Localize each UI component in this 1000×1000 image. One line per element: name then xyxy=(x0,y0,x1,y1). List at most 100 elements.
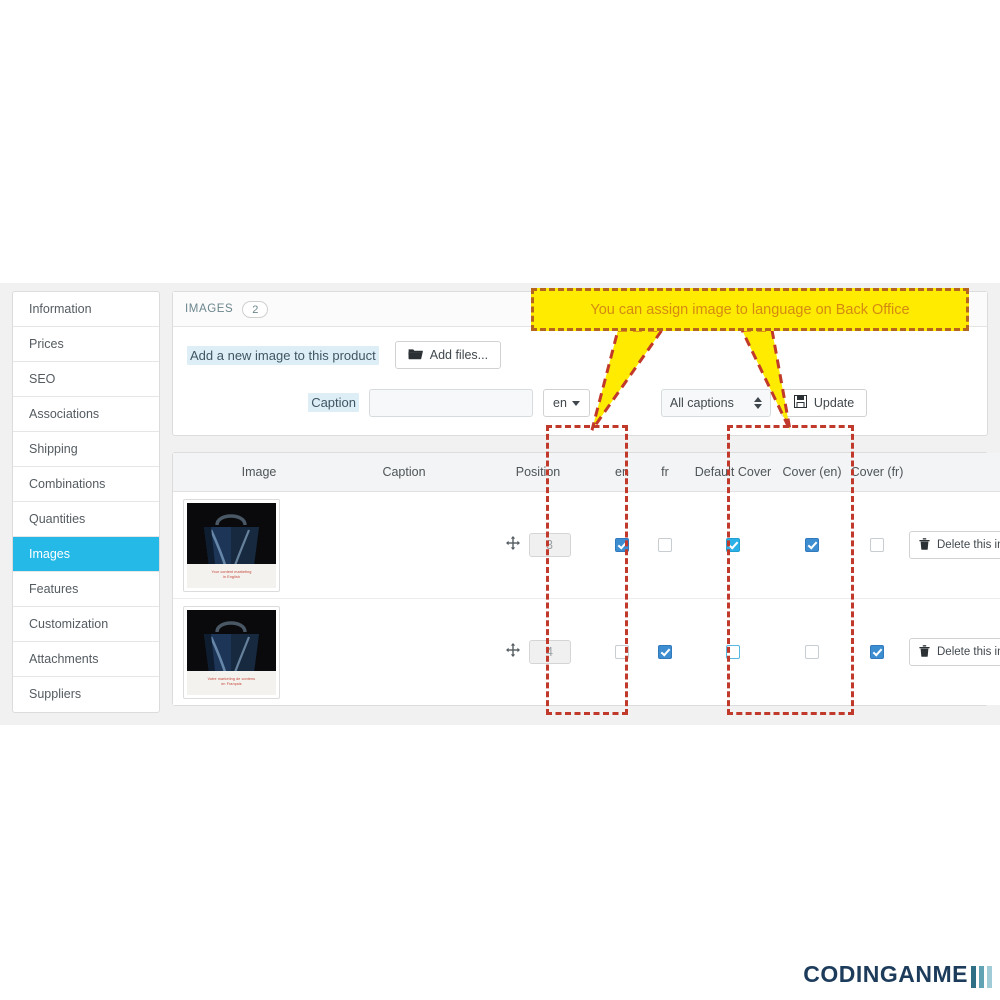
sidebar-item-label: Suppliers xyxy=(29,687,82,701)
sidebar-item-label: Attachments xyxy=(29,652,99,666)
sidebar-item-label: Associations xyxy=(29,407,100,421)
cell-lang-fr xyxy=(643,491,687,599)
checkbox-lang-en[interactable] xyxy=(615,537,629,552)
caption-filter-value: All captions xyxy=(669,396,734,410)
col-header-actions xyxy=(909,453,1000,492)
sidebar-item-label: Prices xyxy=(29,337,64,351)
sidebar-item-shipping[interactable]: Shipping xyxy=(13,432,159,467)
cell-lang-fr xyxy=(643,598,687,705)
cell-actions: Delete this image xyxy=(909,598,1000,705)
sidebar-item-associations[interactable]: Associations xyxy=(13,397,159,432)
sidebar-item-combinations[interactable]: Combinations xyxy=(13,467,159,502)
page-title: IMAGES xyxy=(185,303,234,315)
watermark: CODINGANME xyxy=(803,961,992,988)
update-button[interactable]: Update xyxy=(780,389,868,417)
cell-actions: Delete this image xyxy=(909,491,1000,599)
col-header-position: Position xyxy=(475,453,601,492)
caption-filter-select[interactable]: All captions xyxy=(660,389,771,417)
sidebar-item-attachments[interactable]: Attachments xyxy=(13,642,159,677)
thumbnail-caption-line2: in English xyxy=(222,574,241,579)
position-input[interactable]: 4 xyxy=(528,640,571,664)
save-icon xyxy=(793,395,807,411)
images-content-column: IMAGES 2 Add a new image to this product… xyxy=(172,291,1000,706)
checkbox-default-cover[interactable] xyxy=(726,537,740,552)
col-header-caption: Caption xyxy=(333,453,475,492)
cell-lang-en xyxy=(601,491,643,599)
table-header-row: Image Caption Position en fr Default Cov… xyxy=(173,453,1000,492)
cell-cover-en xyxy=(779,491,845,599)
thumbnail-caption: Votre marketing de contenu en Français xyxy=(187,670,276,695)
col-header-en: en xyxy=(601,453,643,492)
product-tabs-sidebar: Information Prices SEO Associations Ship… xyxy=(12,291,160,713)
table-row: Votre marketing de contenu en Français 4… xyxy=(173,598,1000,705)
move-handle-icon[interactable] xyxy=(505,535,520,555)
images-upload-panel: IMAGES 2 Add a new image to this product… xyxy=(172,291,988,436)
cell-default-cover xyxy=(687,598,779,705)
checkbox-cover-fr[interactable] xyxy=(870,537,884,552)
add-image-label: Add a new image to this product xyxy=(187,345,379,365)
panel-header: IMAGES 2 xyxy=(173,292,987,327)
sidebar-item-images[interactable]: Images xyxy=(13,537,159,572)
images-table-panel: Image Caption Position en fr Default Cov… xyxy=(172,452,1000,706)
caption-filter-row: Caption en All captions Update xyxy=(173,369,987,435)
sidebar-item-label: Features xyxy=(29,582,79,596)
cell-image: Your content marketing in English xyxy=(173,491,333,599)
move-handle-icon[interactable] xyxy=(505,642,520,662)
cell-cover-fr xyxy=(845,598,909,705)
cell-lang-en xyxy=(601,598,643,705)
delete-image-button[interactable]: Delete this image xyxy=(909,531,1000,559)
col-header-image: Image xyxy=(173,453,333,492)
delete-image-label: Delete this image xyxy=(937,646,1000,658)
trash-icon xyxy=(919,644,930,660)
checkbox-cover-en[interactable] xyxy=(805,537,819,552)
delete-image-label: Delete this image xyxy=(937,539,1000,551)
thumbnail-image: Votre marketing de contenu en Français xyxy=(187,609,276,695)
table-row: Your content marketing in English 3 Dele… xyxy=(173,491,1000,599)
col-header-cover-fr: Cover (fr) xyxy=(845,453,909,492)
caption-label: Caption xyxy=(308,393,359,412)
checkbox-cover-fr[interactable] xyxy=(870,644,884,659)
sidebar-item-customization[interactable]: Customization xyxy=(13,607,159,642)
product-thumbnail[interactable]: Votre marketing de contenu en Français xyxy=(183,605,280,699)
thumbnail-caption: Your content marketing in English xyxy=(187,563,276,588)
thumbnail-caption-line2: en Français xyxy=(221,681,242,686)
product-images-screen: Information Prices SEO Associations Ship… xyxy=(0,283,1000,725)
language-selector-value: en xyxy=(553,396,567,410)
cell-cover-fr xyxy=(845,491,909,599)
sidebar-item-seo[interactable]: SEO xyxy=(13,362,159,397)
images-count-badge: 2 xyxy=(242,300,269,318)
watermark-bars-icon xyxy=(971,966,992,988)
trash-icon xyxy=(919,537,930,553)
sidebar-item-prices[interactable]: Prices xyxy=(13,327,159,362)
product-thumbnail[interactable]: Your content marketing in English xyxy=(183,498,280,592)
cell-position: 3 xyxy=(475,491,601,599)
checkbox-lang-fr[interactable] xyxy=(658,537,672,552)
sidebar-item-features[interactable]: Features xyxy=(13,572,159,607)
checkbox-cover-en[interactable] xyxy=(805,644,819,659)
checkbox-default-cover[interactable] xyxy=(726,644,740,659)
add-files-button[interactable]: Add files... xyxy=(394,341,502,369)
add-image-row: Add a new image to this product Add file… xyxy=(173,327,987,369)
cell-position: 4 xyxy=(475,598,601,705)
add-files-label: Add files... xyxy=(429,348,489,362)
position-input[interactable]: 3 xyxy=(528,533,571,557)
delete-image-button[interactable]: Delete this image xyxy=(909,638,1000,666)
sidebar-item-label: Customization xyxy=(29,617,109,631)
sidebar-item-label: SEO xyxy=(29,372,56,386)
caption-input[interactable] xyxy=(369,389,533,417)
sidebar-item-label: Combinations xyxy=(29,477,106,491)
checkbox-lang-en[interactable] xyxy=(615,644,629,659)
checkbox-lang-fr[interactable] xyxy=(658,644,672,659)
cell-image: Votre marketing de contenu en Français xyxy=(173,598,333,705)
language-selector-button[interactable]: en xyxy=(543,389,590,417)
sidebar-item-quantities[interactable]: Quantities xyxy=(13,502,159,537)
spinner-arrows-icon xyxy=(753,397,762,409)
col-header-cover-en: Cover (en) xyxy=(779,453,845,492)
sidebar-item-information[interactable]: Information xyxy=(13,292,159,327)
sidebar-item-suppliers[interactable]: Suppliers xyxy=(13,677,159,712)
sidebar-item-label: Quantities xyxy=(29,512,86,526)
folder-icon xyxy=(408,348,423,363)
watermark-text: CODINGANME xyxy=(803,961,968,987)
images-table: Image Caption Position en fr Default Cov… xyxy=(173,453,1000,705)
cell-caption xyxy=(333,598,475,705)
